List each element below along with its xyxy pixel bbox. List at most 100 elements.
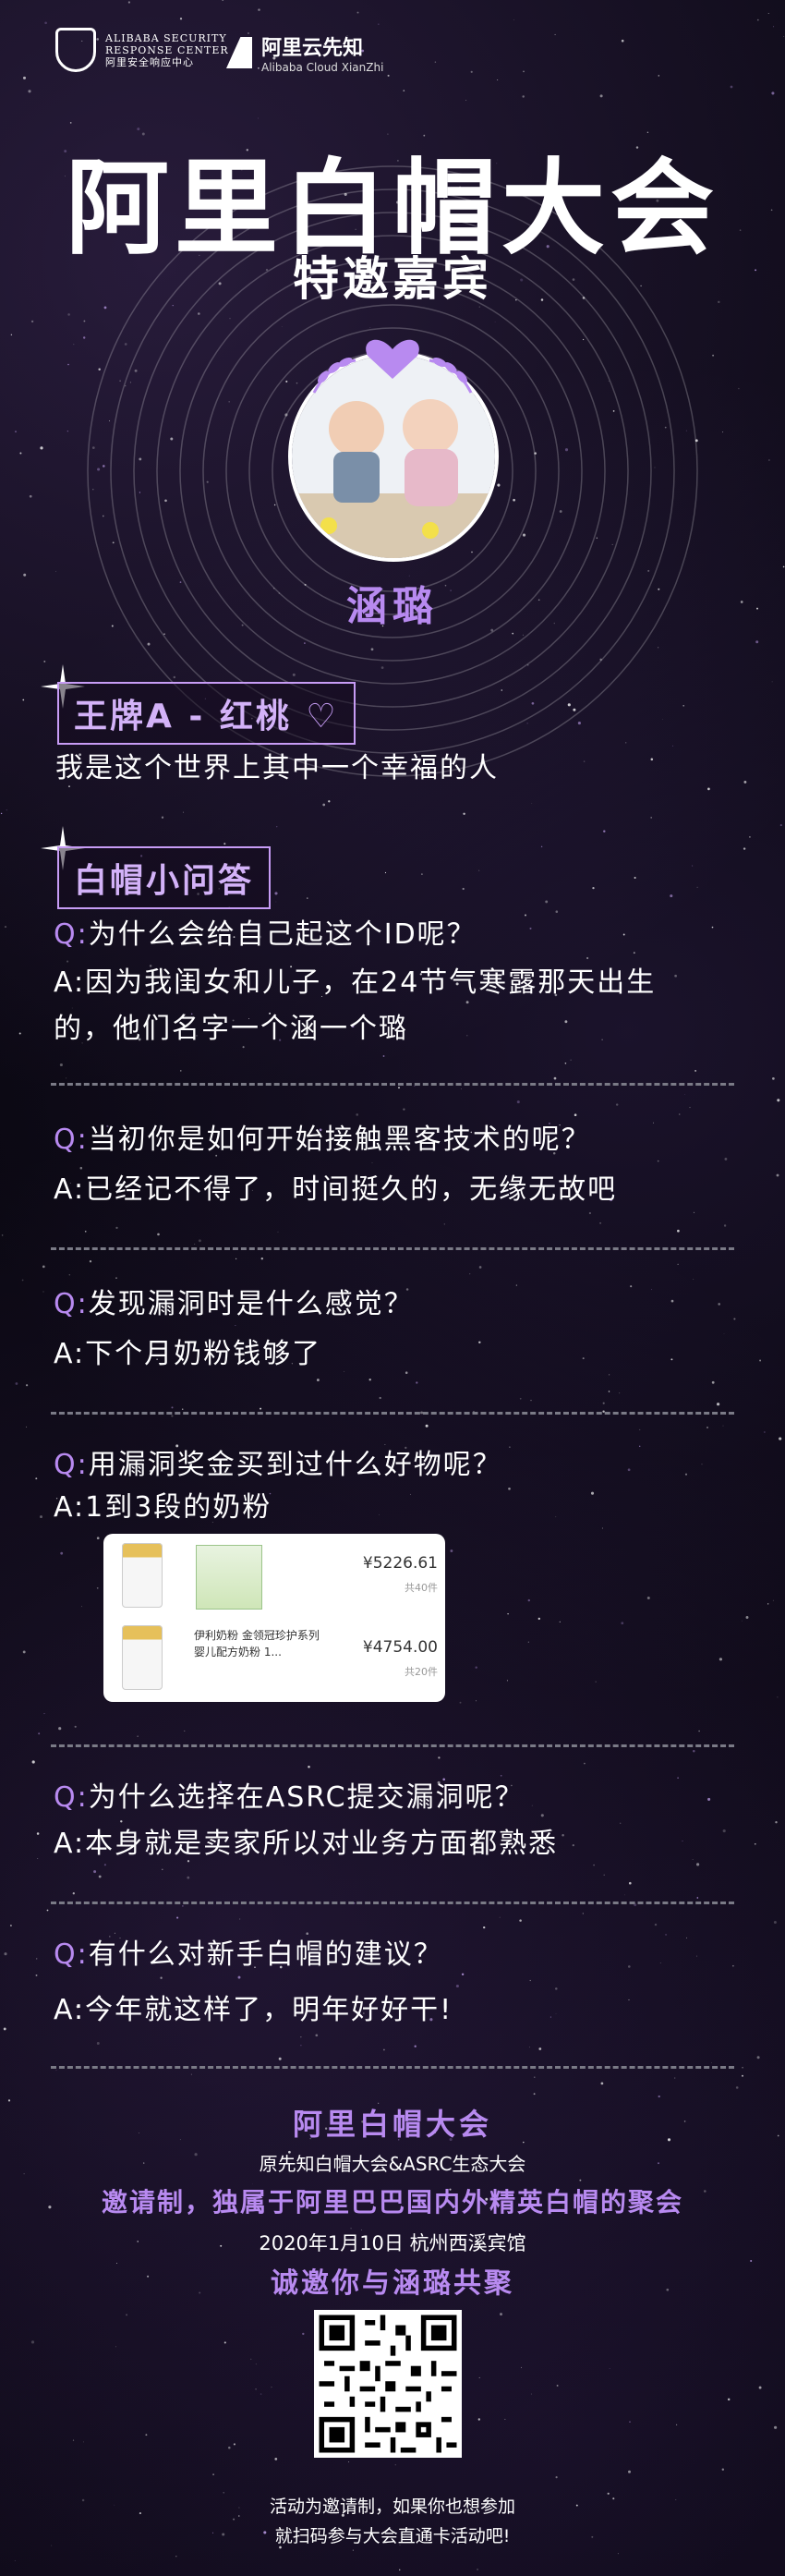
star-dot bbox=[504, 2418, 506, 2420]
star-dot bbox=[658, 2095, 660, 2098]
star-dot bbox=[302, 2332, 305, 2336]
qr-code[interactable] bbox=[314, 2310, 462, 2458]
star-dot bbox=[707, 1797, 711, 1801]
star-dot bbox=[42, 1265, 45, 1269]
star-dot bbox=[689, 1107, 691, 1109]
star-dot bbox=[603, 1874, 605, 1876]
star-dot bbox=[519, 1919, 522, 1922]
star-dot bbox=[469, 1273, 471, 1275]
star-dot bbox=[658, 75, 660, 77]
star-dot bbox=[274, 2458, 278, 2461]
star-dot bbox=[276, 826, 278, 828]
star-dot bbox=[756, 2056, 760, 2060]
star-dot bbox=[348, 2461, 350, 2463]
star-dot bbox=[531, 803, 533, 804]
star-dot bbox=[730, 85, 733, 89]
star-dot bbox=[223, 2341, 226, 2344]
star-dot bbox=[378, 23, 380, 25]
star-dot bbox=[98, 1875, 102, 1878]
star-dot bbox=[379, 1513, 380, 1515]
star-dot bbox=[723, 1224, 727, 1227]
star-dot bbox=[719, 1658, 723, 1661]
star-dot bbox=[29, 494, 32, 498]
star-dot bbox=[352, 2549, 354, 2551]
star-dot bbox=[696, 1863, 700, 1866]
star-dot bbox=[603, 830, 606, 832]
star-dot bbox=[161, 816, 164, 819]
qa-question-1: Q:为什么会给自己起这个ID呢？ bbox=[54, 913, 477, 957]
star-dot bbox=[742, 2074, 743, 2077]
a-prefix: A: bbox=[54, 1828, 86, 1860]
star-dot bbox=[593, 1864, 595, 1866]
star-dot bbox=[403, 1108, 405, 1111]
question-text: 发现漏洞时是什么感觉？ bbox=[88, 1288, 414, 1320]
question-text: 当初你是如何开始接触黑客技术的呢？ bbox=[88, 1124, 591, 1156]
star-dot bbox=[657, 1160, 659, 1162]
star-dot bbox=[601, 1527, 603, 1529]
star-dot bbox=[777, 1099, 780, 1102]
star-dot bbox=[384, 871, 387, 874]
star-dot bbox=[260, 1407, 262, 1410]
qa-answer-3: A:下个月奶粉钱够了 bbox=[54, 1332, 321, 1377]
star-dot bbox=[414, 2045, 417, 2047]
order-row-2: 伊利奶粉 金领冠珍护系列 婴儿配方奶粉 1... ¥4754.00 共20件 bbox=[103, 1618, 445, 1702]
star-dot bbox=[26, 1426, 28, 1428]
milk-can-image bbox=[122, 1625, 163, 1690]
star-dot bbox=[316, 1379, 320, 1382]
shield-icon bbox=[55, 28, 96, 72]
star-dot bbox=[40, 1515, 42, 1519]
star-dot bbox=[779, 824, 782, 827]
logo-left-line1: ALIBABA SECURITY bbox=[105, 31, 227, 44]
star-dot bbox=[601, 1039, 603, 1040]
star-dot bbox=[126, 2314, 128, 2316]
star-dot bbox=[222, 0, 224, 1]
star-dot bbox=[783, 36, 785, 37]
question-text: 为什么选择在ASRC提交漏洞呢？ bbox=[88, 1781, 525, 1814]
star-dot bbox=[771, 681, 773, 683]
star-dot bbox=[115, 2346, 116, 2348]
star-dot bbox=[115, 1277, 117, 1279]
star-dot bbox=[599, 94, 603, 98]
order-card: ¥5226.61 共40件 伊利奶粉 金领冠珍护系列 婴儿配方奶粉 1... ¥… bbox=[103, 1534, 445, 1702]
star-dot bbox=[3, 2027, 6, 2031]
star-dot bbox=[274, 892, 278, 895]
star-dot bbox=[466, 1035, 468, 1037]
star-dot bbox=[756, 18, 759, 21]
star-dot bbox=[307, 897, 308, 899]
star-dot bbox=[540, 1814, 544, 1817]
star-dot bbox=[255, 2388, 257, 2390]
dashed-divider bbox=[51, 1744, 734, 1747]
star-dot bbox=[223, 843, 226, 845]
order-product-name: 伊利奶粉 金领冠珍护系列 婴儿配方奶粉 1... bbox=[194, 1629, 320, 1659]
star-dot bbox=[520, 2366, 522, 2368]
star-dot bbox=[462, 887, 465, 891]
star-dot bbox=[696, 1897, 699, 1899]
star-dot bbox=[759, 1359, 762, 1362]
order-price-1: ¥5226.61 bbox=[362, 1554, 438, 1573]
star-dot bbox=[258, 8, 260, 11]
star-dot bbox=[356, 1113, 359, 1116]
star-dot bbox=[157, 1233, 160, 1236]
dashed-divider bbox=[51, 1412, 734, 1415]
star-dot bbox=[550, 2016, 551, 2018]
star-dot bbox=[654, 1923, 658, 1926]
star-dot bbox=[434, 61, 437, 63]
star-dot bbox=[410, 1493, 411, 1495]
star-dot bbox=[371, 1162, 373, 1163]
star-dot bbox=[14, 2560, 16, 2561]
order-count-1: 共40件 bbox=[405, 1582, 438, 1594]
star-dot bbox=[595, 1681, 597, 1683]
star-dot bbox=[478, 2376, 480, 2378]
star-dot bbox=[10, 334, 13, 336]
star-dot bbox=[127, 1, 131, 4]
star-dot bbox=[586, 956, 589, 960]
star-dot bbox=[529, 927, 532, 930]
star-dot bbox=[694, 1069, 697, 1072]
qa-question-3: Q:发现漏洞时是什么感觉？ bbox=[54, 1282, 414, 1327]
star-dot bbox=[530, 1400, 532, 1402]
star-dot bbox=[275, 901, 277, 903]
star-dot bbox=[579, 2179, 582, 2181]
star-dot bbox=[81, 1606, 82, 1608]
a-prefix: A: bbox=[54, 1994, 86, 2026]
star-dot bbox=[250, 2358, 252, 2360]
